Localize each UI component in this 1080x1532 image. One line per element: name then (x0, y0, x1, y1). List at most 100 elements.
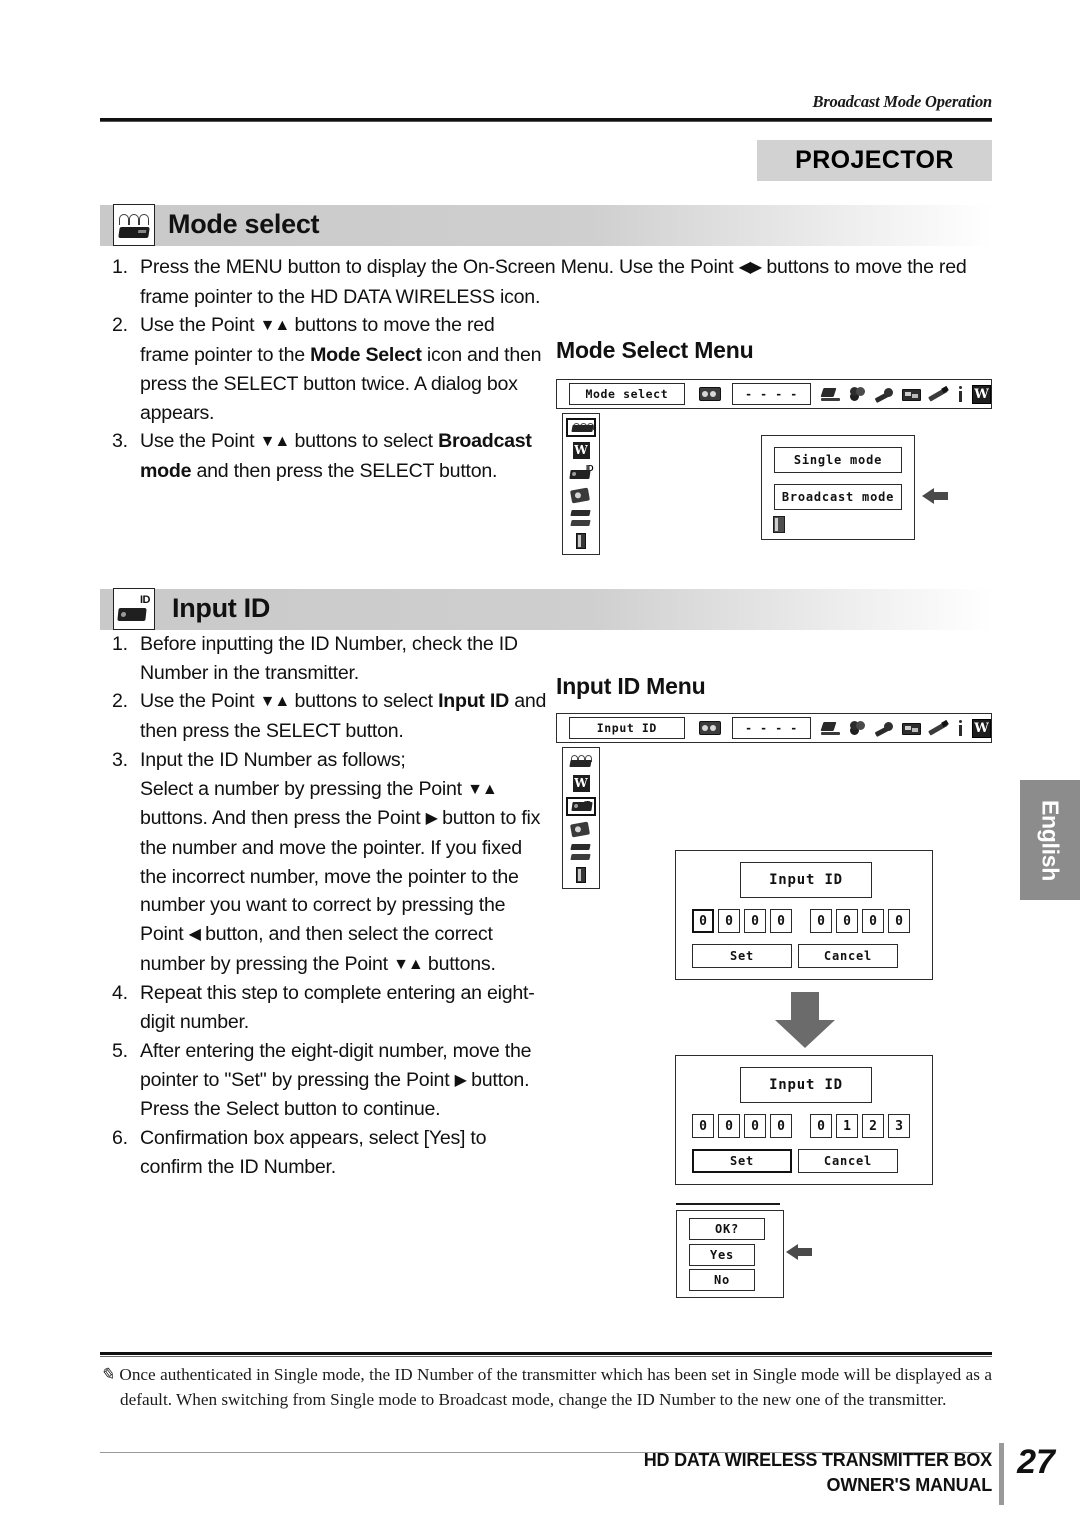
transmitter-body (118, 227, 150, 238)
laptop-icon[interactable] (821, 386, 841, 403)
no-button[interactable]: No (689, 1269, 755, 1291)
pencil-setting-icon[interactable] (929, 720, 949, 737)
transmitter-body (569, 760, 592, 768)
digit-row-after: 0 0 0 0 0 1 2 3 (692, 1114, 914, 1138)
sidebar-item-w-logo[interactable]: W (566, 774, 596, 793)
list-item: 3. Use the Point ▼▲ buttons to select Br… (112, 427, 542, 485)
projector-tag: PROJECTOR (757, 140, 992, 181)
osd-sidebar-input-id: W ID (562, 747, 600, 889)
wireless-osd-icon[interactable] (698, 719, 721, 738)
footer-manual-title: HD DATA WIRELESS TRANSMITTER BOX OWNER'S… (592, 1448, 992, 1498)
digit-box[interactable]: 0 (770, 1114, 792, 1138)
side-tab-english: English (1020, 780, 1080, 900)
pencil-setting-icon[interactable] (929, 386, 949, 403)
digit-box[interactable]: 2 (862, 1114, 884, 1138)
point-right-icon: ▶ (425, 810, 438, 828)
sidebar-item-stack[interactable] (566, 842, 596, 860)
point-down-up-icon: ▼▲ (259, 693, 291, 711)
digit-box[interactable]: 0 (744, 1114, 766, 1138)
step-number: 4. (112, 982, 128, 1005)
set-button[interactable]: Set (692, 944, 792, 968)
list-item: 2. Use the Point ▼▲ buttons to select In… (112, 687, 548, 745)
pencil-note-icon: ✎ (100, 1365, 115, 1384)
step-text: Press the MENU button to display the On-… (140, 256, 967, 308)
step-text: Input the ID Number as follows; (140, 748, 406, 771)
projector-body (569, 469, 591, 479)
step-number: 2. (112, 690, 128, 713)
image-adjust-icon[interactable] (875, 386, 895, 403)
footer-line-1: HD DATA WIRELESS TRANSMITTER BOX (643, 1450, 992, 1470)
camera-icon (570, 821, 590, 838)
point-down-up-icon: ▼▲ (393, 955, 424, 973)
footer-line-2: OWNER'S MANUAL (826, 1475, 993, 1495)
digit-box[interactable]: 0 (718, 1114, 740, 1138)
section-title-input-id: Input ID (172, 593, 271, 623)
digit-box[interactable]: 0 (862, 909, 884, 933)
w-logo-icon: W (572, 775, 590, 793)
yes-button[interactable]: Yes (689, 1244, 755, 1266)
sidebar-item-stack[interactable] (566, 508, 596, 526)
step-number: 1. (112, 256, 128, 278)
info-icon[interactable] (956, 719, 965, 737)
point-down-up-icon: ▼▲ (259, 317, 291, 335)
stack-icon (571, 844, 590, 860)
projector-body (117, 608, 147, 621)
w-logo-icon[interactable]: W (972, 718, 991, 738)
cancel-button[interactable]: Cancel (798, 944, 898, 968)
digit-box[interactable]: 1 (836, 1114, 858, 1138)
digit-box[interactable]: 0 (770, 909, 792, 933)
w-logo-icon[interactable]: W (972, 384, 991, 404)
sidebar-item-wireless-transmitter[interactable] (566, 752, 596, 770)
set-button[interactable]: Set (692, 1149, 792, 1173)
osd-field-label[interactable]: Input ID (569, 717, 685, 739)
digit-box[interactable]: 3 (888, 1114, 910, 1138)
osd-field-label[interactable]: Mode select (569, 383, 685, 405)
list-item: 5. After entering the eight-digit number… (112, 1037, 548, 1124)
digit-box[interactable]: 0 (836, 909, 858, 933)
option-single-mode[interactable]: Single mode (774, 447, 902, 473)
color-adjust-icon[interactable] (848, 720, 868, 737)
side-tab-label: English (1037, 799, 1064, 881)
door-exit-icon[interactable] (773, 516, 785, 533)
point-down-up-icon: ▼▲ (467, 780, 498, 798)
figure-caption-input-id-menu: Input ID Menu (556, 673, 706, 699)
digit-box[interactable]: 0 (744, 909, 766, 933)
step-text: Confirmation box appears, select [Yes] t… (140, 1126, 487, 1178)
screen-icon[interactable] (902, 720, 922, 737)
mode-select-dialog: Single mode Broadcast mode (761, 435, 915, 540)
wireless-osd-icon[interactable] (698, 385, 721, 404)
id-label: ID (140, 594, 151, 606)
door-exit-icon (576, 532, 586, 549)
osd-value-field[interactable]: - - - - (731, 383, 811, 405)
digit-box[interactable]: 0 (810, 909, 832, 933)
sidebar-item-input-id[interactable]: ID (566, 796, 596, 816)
confirm-dialog-top-rule (676, 1203, 780, 1205)
dialog-title: Input ID (740, 862, 872, 898)
digit-box[interactable]: 0 (810, 1114, 832, 1138)
step-text: Before inputting the ID Number, check th… (140, 633, 518, 684)
running-head: Broadcast Mode Operation (812, 92, 993, 111)
cancel-button[interactable]: Cancel (798, 1149, 898, 1173)
color-adjust-icon[interactable] (848, 386, 868, 403)
osd-value-field[interactable]: - - - - (731, 717, 811, 739)
sidebar-item-camera[interactable] (566, 820, 596, 838)
step-number: 2. (112, 314, 128, 337)
sidebar-item-camera[interactable] (566, 486, 596, 504)
digit-box[interactable]: 0 (718, 909, 740, 933)
digit-box[interactable]: 0 (692, 1114, 714, 1138)
osd-menu-bar-input-id: Input ID - - - - W (556, 713, 992, 743)
list-item: Select a number by pressing the Point ▼▲… (112, 775, 548, 980)
sidebar-item-w-logo[interactable]: W (566, 441, 596, 459)
screen-icon[interactable] (902, 386, 922, 403)
image-adjust-icon[interactable] (875, 720, 895, 737)
info-icon[interactable] (956, 385, 965, 403)
laptop-icon[interactable] (821, 720, 841, 737)
sidebar-item-wireless-transmitter[interactable] (566, 418, 596, 437)
footnote: ✎ Once authenticated in Single mode, the … (100, 1362, 992, 1412)
sidebar-item-input-id[interactable]: ID (566, 463, 596, 481)
option-broadcast-mode[interactable]: Broadcast mode (774, 484, 902, 510)
digit-box[interactable]: 0 (692, 909, 714, 933)
sidebar-item-exit[interactable] (566, 865, 596, 883)
sidebar-item-exit[interactable] (566, 531, 596, 549)
digit-box[interactable]: 0 (888, 909, 910, 933)
